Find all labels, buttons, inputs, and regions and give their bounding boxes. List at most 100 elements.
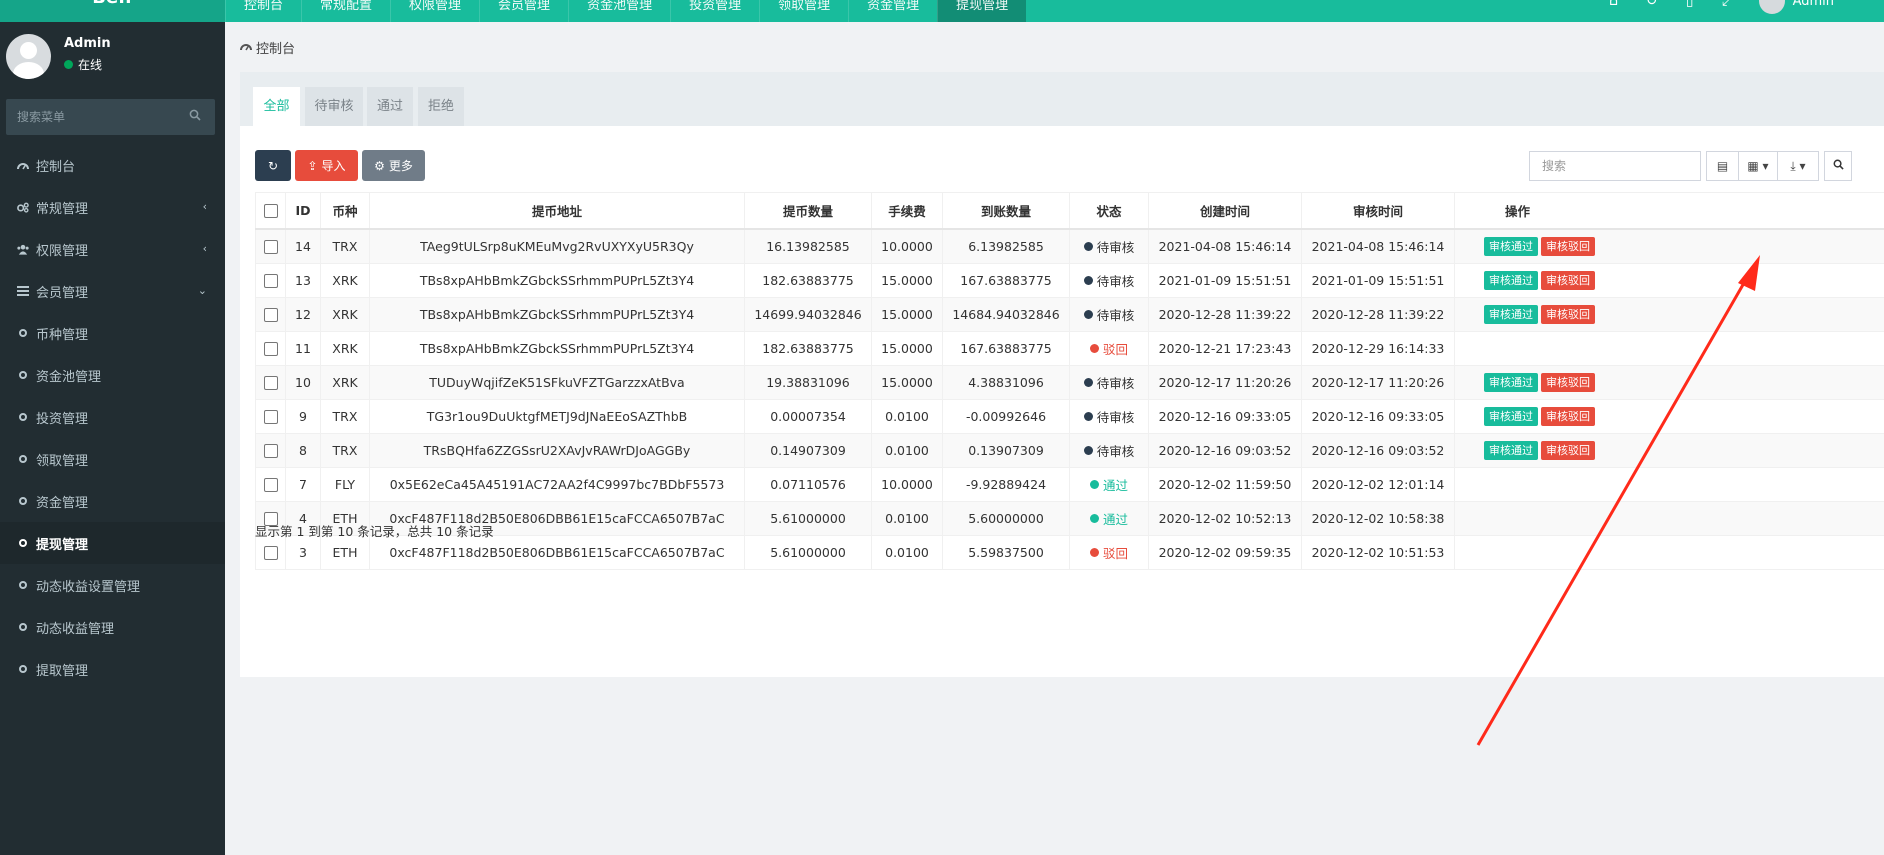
sidebar-item[interactable]: 常规管理 ‹ bbox=[0, 186, 225, 228]
sidebar-item[interactable]: 控制台 bbox=[0, 144, 225, 186]
sidebar-item[interactable]: 提现管理 bbox=[0, 522, 225, 564]
reject-button[interactable]: 审核驳回 bbox=[1541, 373, 1595, 392]
card-view-button[interactable]: ▤ bbox=[1706, 151, 1739, 181]
approve-button[interactable]: 审核通过 bbox=[1484, 373, 1538, 392]
sidebar-item[interactable]: 权限管理 ‹ bbox=[0, 228, 225, 270]
import-button[interactable]: ⇪ 导入 bbox=[295, 150, 358, 181]
row-checkbox[interactable] bbox=[255, 399, 286, 434]
select-all-checkbox[interactable] bbox=[255, 192, 286, 230]
approve-button[interactable]: 审核通过 bbox=[1484, 305, 1538, 324]
sidebar-item-label: 权限管理 bbox=[36, 243, 89, 259]
table-row[interactable]: 7 FLY 0x5E62eCa45A45191AC72AA2f4C9997bc7BD… bbox=[255, 467, 1884, 502]
cell-created-time: 2020-12-16 09:03:52 bbox=[1148, 433, 1302, 468]
status-badge: 待审核 bbox=[1083, 305, 1134, 324]
column-header[interactable]: 币种 bbox=[320, 192, 370, 230]
table-row[interactable]: 3 ETH 0xcF487F118d2B50E806DBB61E15caFCCA65… bbox=[255, 535, 1884, 570]
advanced-search-button[interactable] bbox=[1824, 151, 1852, 181]
search-icon[interactable] bbox=[189, 109, 201, 125]
columns-button[interactable]: ▦ ▾ bbox=[1739, 151, 1778, 181]
table-row[interactable]: 13 XRK TBs8xpAHbBmkZGbckSSrhmmPUPrL5Zt3Y4 1… bbox=[255, 263, 1884, 298]
sidebar-item[interactable]: 资金管理 bbox=[0, 480, 225, 522]
top-nav-item[interactable]: 资金池管理 bbox=[568, 0, 670, 22]
column-header[interactable]: ID bbox=[285, 192, 321, 230]
approve-button[interactable]: 审核通过 bbox=[1484, 441, 1538, 460]
main-panel: 全部 待审核 通过 拒绝 ↻ ⇪ 导入 ⚙ 更多 搜索 ▤ ▦ ▾ ⤓ ▾ ID… bbox=[240, 72, 1884, 677]
column-header[interactable]: 状态 bbox=[1069, 192, 1149, 230]
approve-button[interactable]: 审核通过 bbox=[1484, 407, 1538, 426]
table-row[interactable]: 12 XRK TBs8xpAHbBmkZGbckSSrhmmPUPrL5Zt3Y4 1… bbox=[255, 297, 1884, 332]
cell-actions: 审核通过 审核驳回 bbox=[1454, 399, 1884, 434]
more-button[interactable]: ⚙ 更多 bbox=[362, 150, 425, 181]
tab-rejected[interactable]: 拒绝 bbox=[418, 87, 464, 126]
refresh-button[interactable]: ↻ bbox=[255, 150, 291, 181]
status-badge: 待审核 bbox=[1083, 373, 1134, 392]
column-header[interactable]: 提币地址 bbox=[369, 192, 745, 230]
approve-button[interactable]: 审核通过 bbox=[1484, 271, 1538, 290]
top-nav-item[interactable]: 领取管理 bbox=[759, 0, 848, 22]
row-checkbox[interactable] bbox=[255, 365, 286, 400]
row-checkbox[interactable] bbox=[255, 263, 286, 298]
export-button[interactable]: ⤓ ▾ bbox=[1778, 151, 1819, 181]
row-checkbox[interactable] bbox=[255, 228, 286, 264]
cell-fee: 15.0000 bbox=[871, 331, 943, 366]
table-row[interactable]: 10 XRK TUDuyWqjifZeK51SFkuVFZTGarzzxAtBva 1… bbox=[255, 365, 1884, 400]
table-row[interactable]: 4 ETH 0xcF487F118d2B50E806DBB61E15caFCCA65… bbox=[255, 501, 1884, 536]
top-nav-item[interactable]: 常规配置 bbox=[301, 0, 390, 22]
row-checkbox[interactable] bbox=[255, 331, 286, 366]
column-header[interactable]: 创建时间 bbox=[1148, 192, 1302, 230]
sidebar-item[interactable]: 领取管理 bbox=[0, 438, 225, 480]
top-nav-item[interactable]: 资金管理 bbox=[848, 0, 937, 22]
top-user-menu[interactable]: Admin bbox=[1747, 0, 1884, 22]
reject-button[interactable]: 审核驳回 bbox=[1541, 271, 1595, 290]
tab-passed[interactable]: 通过 bbox=[367, 87, 413, 126]
column-header[interactable]: 审核时间 bbox=[1301, 192, 1455, 230]
cell-coin: XRK bbox=[320, 263, 370, 298]
sidebar-item[interactable]: 资金池管理 bbox=[0, 354, 225, 396]
breadcrumb-item[interactable]: 控制台 bbox=[256, 38, 295, 57]
app-logo[interactable]: Beff bbox=[0, 0, 225, 22]
sidebar-item[interactable]: 投资管理 bbox=[0, 396, 225, 438]
cell-created-time: 2020-12-17 11:20:26 bbox=[1148, 365, 1302, 400]
cell-review-time: 2020-12-29 16:14:33 bbox=[1301, 331, 1455, 366]
table-row[interactable]: 8 TRX TRsBQHfa6ZZGSsrU2XAvJvRAWrDJoAGGBy 0.… bbox=[255, 433, 1884, 468]
row-checkbox[interactable] bbox=[255, 433, 286, 468]
tab-pending[interactable]: 待审核 bbox=[305, 87, 363, 126]
fullscreen-icon[interactable]: ⤢ bbox=[1709, 0, 1747, 22]
reject-button[interactable]: 审核驳回 bbox=[1541, 407, 1595, 426]
row-checkbox[interactable] bbox=[255, 297, 286, 332]
approve-button[interactable]: 审核通过 bbox=[1484, 237, 1538, 256]
refresh-icon[interactable]: ↻ bbox=[1633, 0, 1671, 22]
top-nav-item[interactable]: 会员管理 bbox=[479, 0, 568, 22]
table-search-input[interactable]: 搜索 bbox=[1529, 151, 1701, 181]
cell-created-time: 2020-12-02 09:59:35 bbox=[1148, 535, 1302, 570]
sidebar-item[interactable]: 动态收益管理 bbox=[0, 606, 225, 648]
search-menu-input[interactable] bbox=[6, 99, 176, 135]
cell-received: 6.13982585 bbox=[942, 228, 1070, 264]
user-status-label: 在线 bbox=[78, 58, 103, 72]
reject-button[interactable]: 审核驳回 bbox=[1541, 441, 1595, 460]
top-nav-item[interactable]: 投资管理 bbox=[670, 0, 759, 22]
top-nav-item[interactable]: 提现管理 bbox=[937, 0, 1027, 22]
column-header[interactable]: 到账数量 bbox=[942, 192, 1070, 230]
trash-icon[interactable]: ▯ bbox=[1671, 0, 1709, 22]
top-nav-item[interactable]: 权限管理 bbox=[390, 0, 479, 22]
row-checkbox[interactable] bbox=[255, 535, 286, 570]
sidebar-item[interactable]: 提取管理 bbox=[0, 648, 225, 690]
column-header[interactable]: 提币数量 bbox=[744, 192, 872, 230]
row-checkbox[interactable] bbox=[255, 467, 286, 502]
sidebar-item[interactable]: 会员管理 ⌄ bbox=[0, 270, 225, 312]
home-icon[interactable]: ⌂ bbox=[1595, 0, 1633, 22]
cell-actions: 审核通过 审核驳回 bbox=[1454, 228, 1884, 264]
cell-fee: 10.0000 bbox=[871, 467, 943, 502]
tab-all[interactable]: 全部 bbox=[253, 87, 300, 126]
reject-button[interactable]: 审核驳回 bbox=[1541, 305, 1595, 324]
table-row[interactable]: 14 TRX TAeg9tULSrp8uKMEuMvg2RvUXYXyU5R3Qy 1… bbox=[255, 228, 1884, 264]
top-nav-item[interactable]: 控制台 bbox=[225, 0, 301, 22]
sidebar-item[interactable]: 币种管理 bbox=[0, 312, 225, 354]
sidebar-item[interactable]: 动态收益设置管理 bbox=[0, 564, 225, 606]
column-header[interactable]: 手续费 bbox=[871, 192, 943, 230]
table-row[interactable]: 11 XRK TBs8xpAHbBmkZGbckSSrhmmPUPrL5Zt3Y4 1… bbox=[255, 331, 1884, 366]
table-row[interactable]: 9 TRX TG3r1ou9DuUktgfMETJ9dJNaEEoSAZThbB 0.… bbox=[255, 399, 1884, 434]
cell-review-time: 2020-12-02 10:51:53 bbox=[1301, 535, 1455, 570]
reject-button[interactable]: 审核驳回 bbox=[1541, 237, 1595, 256]
